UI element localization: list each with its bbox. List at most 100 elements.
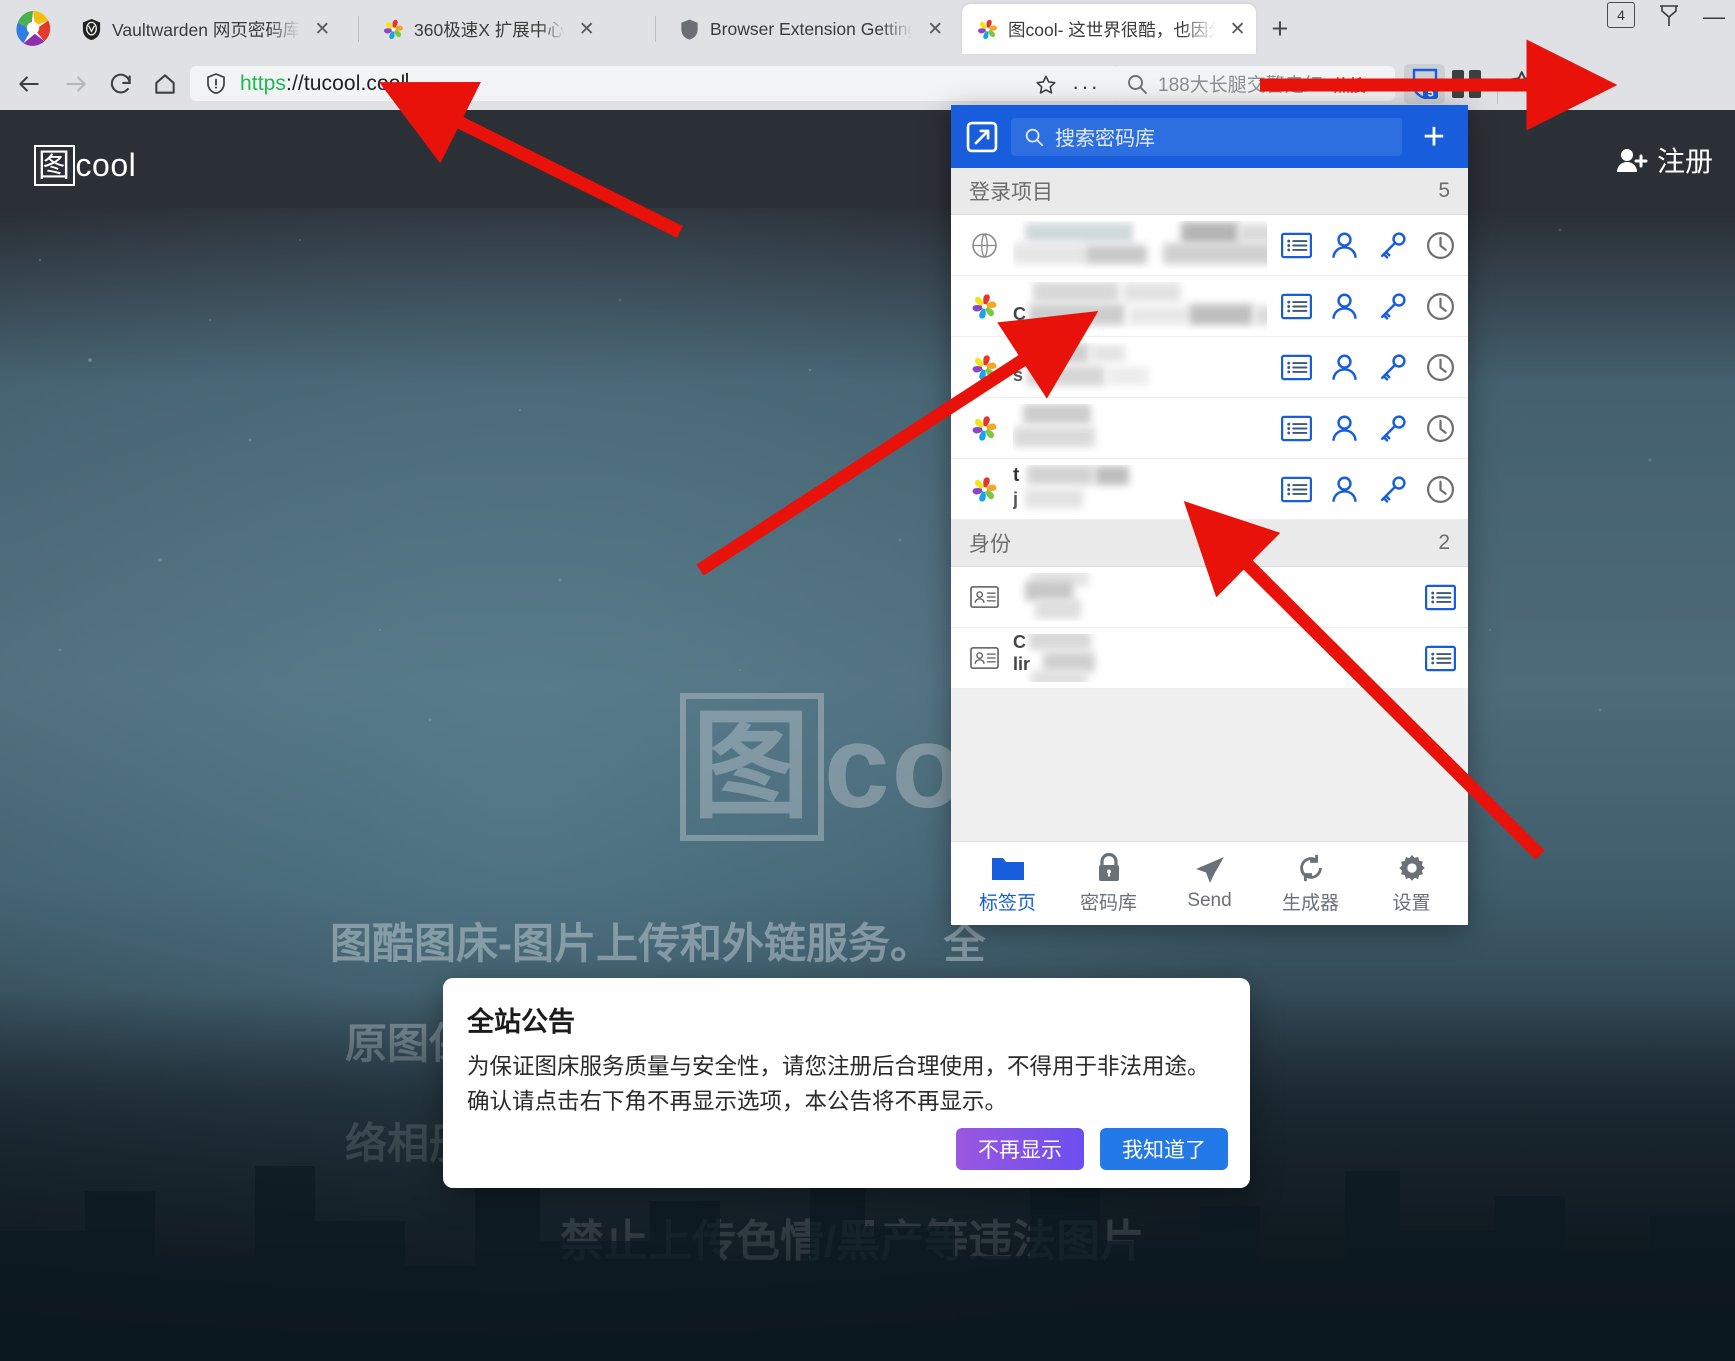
list-icon[interactable] (1281, 413, 1312, 444)
search-box[interactable]: 188大长腿交警走红 热搜 (1113, 66, 1395, 101)
acknowledge-button[interactable]: 我知道了 (1100, 1128, 1228, 1170)
vault-item-identity-1[interactable] (951, 567, 1468, 628)
register-button[interactable]: 注册 (1615, 140, 1713, 180)
pinwheel-icon (969, 413, 999, 443)
list-icon[interactable] (1281, 474, 1312, 505)
ellipsis-icon[interactable]: ··· (1072, 74, 1100, 100)
person-icon[interactable] (1329, 474, 1360, 505)
tab-close-button[interactable]: ✕ (309, 20, 335, 39)
globe-icon (969, 230, 999, 260)
vault-item-actions (1425, 582, 1456, 613)
search-placeholder: 188大长腿交警走红 (1158, 75, 1323, 96)
address-bar[interactable]: https://tucool.cool ··· (190, 66, 1120, 101)
vault-item-login-4[interactable] (951, 398, 1468, 459)
tab-close-button[interactable]: ✕ (1225, 20, 1250, 39)
clock-icon[interactable] (1425, 352, 1456, 383)
register-label: 注册 (1656, 146, 1713, 177)
add-item-button[interactable]: + (1414, 118, 1454, 156)
tray-icon[interactable] (1658, 4, 1680, 34)
key-icon[interactable] (1377, 474, 1408, 505)
bitwarden-popup-header: 搜索密码库 + (951, 105, 1468, 168)
star-icon[interactable] (1034, 73, 1058, 97)
tab-vaultwarden[interactable]: Vaultwarden 网页密码库 ✕ (66, 4, 352, 54)
person-icon[interactable] (1329, 230, 1360, 261)
key-icon[interactable] (1377, 291, 1408, 322)
bottom-tab-generator[interactable]: 生成器 (1265, 853, 1357, 915)
key-icon[interactable] (1377, 413, 1408, 444)
favorites-star-icon[interactable] (1508, 68, 1538, 98)
announcement-actions: 不再显示 我知道了 (956, 1128, 1228, 1170)
tab-360-extension-center[interactable]: 360极速X 扩展中心 ✕ (368, 4, 646, 54)
bottom-tab-current-tab[interactable]: 标签页 (962, 853, 1054, 915)
announcement-dialog: 全站公告 为保证图床服务质量与安全性，请您注册后合理使用，不得用于非法用途。 确… (443, 978, 1250, 1188)
person-icon[interactable] (1329, 352, 1360, 383)
back-button[interactable] (10, 65, 48, 103)
list-icon[interactable] (1425, 582, 1456, 613)
hero-line-1: 图酷图床-图片上传和外链服务。 全 (330, 920, 986, 967)
key-icon[interactable] (1377, 352, 1408, 383)
back-arrow-icon (19, 76, 39, 92)
tab-tucool[interactable]: 图cool- 这世界很酷，也因分 ✕ (962, 4, 1256, 54)
list-icon[interactable] (1425, 643, 1456, 674)
pinwheel-icon (382, 18, 405, 41)
vault-item-login-2[interactable]: C 9... (951, 276, 1468, 337)
bottom-tab-vault[interactable]: 密码库 (1063, 852, 1155, 915)
forward-arrow-icon (66, 76, 86, 92)
address-bar-url: https://tucool.cool (240, 72, 408, 96)
window-tab-count-badge[interactable]: 4 (1607, 2, 1635, 28)
site-logo[interactable]: 图 cool (34, 140, 136, 186)
pinwheel-icon (969, 291, 999, 321)
list-icon[interactable] (1281, 291, 1312, 322)
tab-close-button[interactable]: ✕ (574, 20, 600, 39)
vault-item-login-5[interactable]: t j (951, 459, 1468, 520)
bottom-tab-label: 标签页 (978, 892, 1036, 914)
forward-button[interactable] (57, 65, 95, 103)
popout-icon[interactable] (965, 120, 999, 154)
vault-item-text-redacted: t j (1013, 465, 1267, 513)
site-logo-boxed: 图 (34, 145, 75, 186)
clock-icon[interactable] (1425, 413, 1456, 444)
minimize-button[interactable]: — (1703, 4, 1725, 30)
list-icon[interactable] (1281, 352, 1312, 383)
clock-icon[interactable] (1425, 291, 1456, 322)
vault-list[interactable]: 登录项目 5 C s t j 身份 2 C lir (951, 168, 1468, 841)
person-icon[interactable] (1329, 413, 1360, 444)
user-add-icon (1616, 149, 1648, 172)
tab-title: 360极速X 扩展中心 (414, 19, 565, 40)
home-button[interactable] (146, 65, 184, 103)
new-tab-button[interactable]: + (1262, 14, 1298, 46)
bottom-tab-send[interactable]: Send (1164, 855, 1256, 912)
url-separator: :// (286, 71, 304, 95)
tab-browser-extension-getting[interactable]: Browser Extension Getting ✕ (664, 4, 954, 54)
group-count: 2 (1438, 531, 1450, 554)
hot-search-badge: 热搜 (1333, 77, 1366, 95)
vault-item-identity-2[interactable]: C lir (951, 628, 1468, 689)
person-icon[interactable] (1329, 291, 1360, 322)
vault-item-actions (1281, 474, 1456, 505)
announcement-body: 为保证图床服务质量与安全性，请您注册后合理使用，不得用于非法用途。 确认请点击右… (467, 1054, 1210, 1114)
tab-close-button[interactable]: ✕ (922, 20, 948, 39)
tab-strip: Vaultwarden 网页密码库 ✕ 360极速X 扩展中心 ✕ Browse… (0, 0, 1735, 56)
vault-item-login-3[interactable]: s (951, 337, 1468, 398)
vault-item-actions (1281, 352, 1456, 383)
shield-warning-icon[interactable] (204, 72, 228, 96)
extensions-grid-icon[interactable] (1452, 70, 1486, 98)
vault-search-input[interactable]: 搜索密码库 (1011, 117, 1402, 156)
reload-button[interactable] (102, 65, 140, 103)
announcement-title: 全站公告 (467, 1007, 575, 1037)
shield-icon (678, 18, 701, 41)
clock-icon[interactable] (1425, 474, 1456, 505)
vault-item-login-1[interactable] (951, 215, 1468, 276)
vault-item-actions (1281, 291, 1456, 322)
tab-title: Vaultwarden 网页密码库 (112, 19, 301, 40)
dismiss-forever-button[interactable]: 不再显示 (956, 1128, 1084, 1170)
vault-group-header-logins: 登录项目 5 (951, 168, 1468, 215)
pinwheel-icon (969, 474, 999, 504)
list-icon[interactable] (1281, 230, 1312, 261)
bitwarden-extension-button[interactable]: 5 (1404, 64, 1445, 104)
clock-icon[interactable] (1425, 230, 1456, 261)
profile-icon[interactable] (1556, 68, 1586, 98)
reload-icon (110, 73, 131, 94)
key-icon[interactable] (1377, 230, 1408, 261)
bottom-tab-settings[interactable]: 设置 (1366, 853, 1458, 915)
